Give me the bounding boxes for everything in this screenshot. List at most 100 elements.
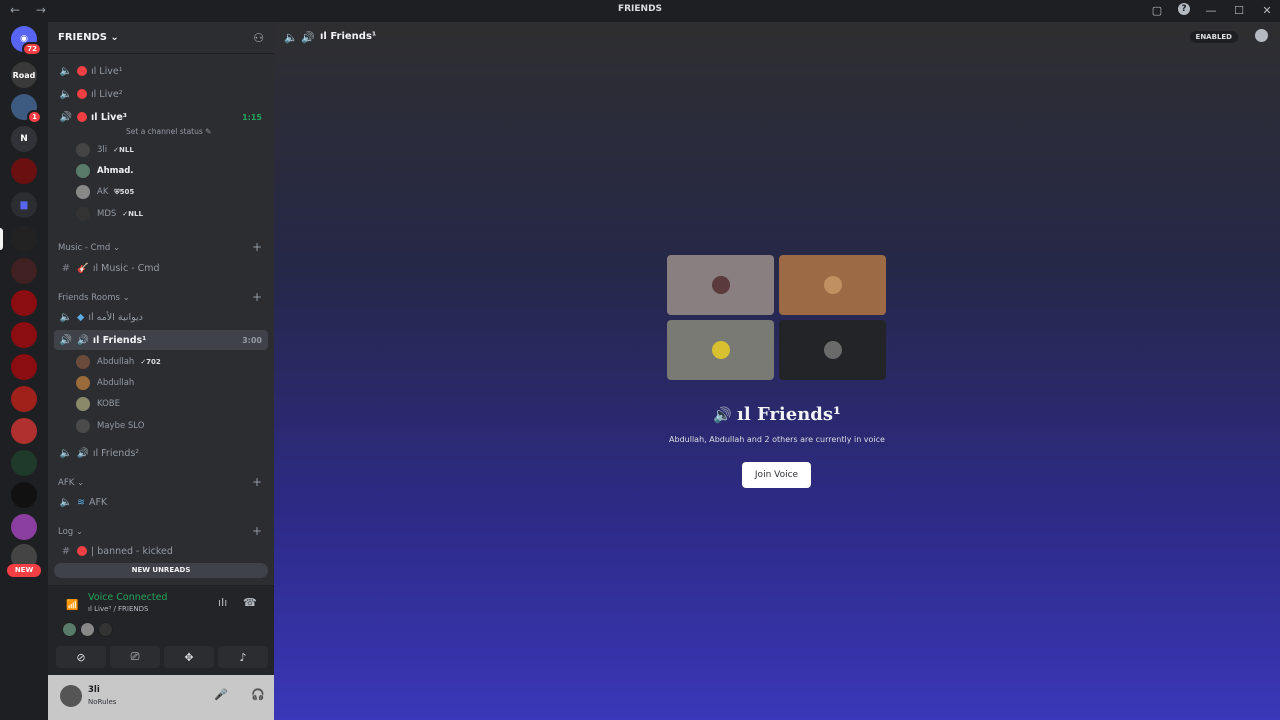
channel-music-cmd[interactable]: # 🎸 ıl Music - Cmd: [54, 258, 268, 278]
channel-banned-kicked[interactable]: # | banned - kicked: [54, 541, 268, 561]
avatar[interactable]: [62, 622, 77, 637]
channel-status[interactable]: Set a channel status ✎: [126, 127, 211, 136]
disconnect-icon[interactable]: ☎: [243, 596, 257, 609]
channel-label: ıl Friends²: [92, 447, 140, 459]
user-name: MDS: [97, 209, 117, 219]
server-icon[interactable]: [11, 226, 37, 252]
red-dot-icon: [77, 89, 87, 99]
sleep-icon: ≋: [77, 496, 85, 508]
server-road[interactable]: Road: [11, 62, 37, 88]
server-icon[interactable]: [11, 158, 37, 184]
server-icon[interactable]: [11, 290, 37, 316]
user-name: AK: [97, 187, 109, 197]
voice-user[interactable]: Maybe SLO: [76, 416, 144, 436]
voice-status-channel[interactable]: ıl Live³ / FRIENDS: [88, 605, 148, 613]
speaker-icon: 🔈 🔊: [284, 31, 315, 44]
category-label: AFK ⌄: [58, 478, 85, 488]
server-icon[interactable]: [11, 322, 37, 348]
join-voice-button[interactable]: Join Voice: [742, 462, 811, 488]
help-icon[interactable]: ?: [1178, 3, 1190, 15]
home-button[interactable]: ◉ 72: [11, 26, 42, 56]
voice-user[interactable]: Abdullah: [76, 373, 134, 393]
text-channel-icon: #: [61, 262, 71, 274]
server-n[interactable]: N: [11, 126, 37, 152]
user-name[interactable]: 3li: [88, 685, 100, 695]
guild-header[interactable]: FRIENDS ⌄ ⚇: [48, 22, 274, 54]
server-icon[interactable]: [11, 514, 37, 540]
add-channel-icon[interactable]: +: [252, 290, 262, 304]
server-icon[interactable]: [11, 386, 37, 412]
folder-icon[interactable]: ▆: [11, 192, 37, 218]
channel-diwaniya[interactable]: 🔈 ◆ ıl ديوانية الأمه: [54, 307, 268, 327]
activities-icon[interactable]: ✥: [164, 646, 214, 668]
avatar: [711, 276, 730, 294]
close-icon[interactable]: ✕: [1260, 3, 1274, 17]
server-icon[interactable]: [11, 258, 37, 284]
participant-tile[interactable]: [779, 320, 886, 380]
voice-user[interactable]: KOBE: [76, 394, 120, 414]
avatar[interactable]: [80, 622, 95, 637]
inbox-icon[interactable]: ▢: [1150, 3, 1164, 17]
avatar[interactable]: [60, 685, 82, 707]
server-icon[interactable]: [11, 450, 37, 476]
voice-action-buttons: ⊘ ⎚ ✥ ♪: [56, 646, 268, 668]
headphones-icon[interactable]: 🎧: [251, 688, 265, 701]
category-music[interactable]: Music - Cmd ⌄ +: [58, 240, 268, 254]
channel-afk[interactable]: 🔈 ≋ AFK: [54, 492, 268, 512]
channel-friends1[interactable]: 🔊 🔊 ıl Friends¹ 3:00: [54, 330, 268, 350]
channel-live2[interactable]: 🔈 ıl Live²: [54, 84, 268, 104]
screen-share-icon[interactable]: ⎚: [110, 646, 160, 668]
channel-label: ıl Live³: [91, 111, 127, 123]
category-afk[interactable]: AFK ⌄ +: [58, 475, 268, 489]
guild-name[interactable]: FRIENDS ⌄: [58, 32, 119, 43]
channel-live3[interactable]: 🔊 ıl Live³ 1:15: [54, 107, 268, 127]
new-pill[interactable]: NEW: [7, 564, 41, 577]
maximize-icon[interactable]: ☐: [1232, 3, 1246, 17]
user-tag: ✓NLL: [122, 210, 143, 218]
user-name: Ahmad.: [97, 166, 134, 176]
voice-user[interactable]: AK ⛨505: [76, 182, 134, 202]
server-list: ◉ 72 Road 1 N ▆ NEW: [0, 22, 48, 720]
avatar[interactable]: [98, 622, 113, 637]
voice-status-title[interactable]: Voice Connected: [88, 592, 167, 603]
channel-live1[interactable]: 🔈 ıl Live¹: [54, 61, 268, 81]
voice-user[interactable]: Abdullah ✓702: [76, 352, 161, 372]
server-icon[interactable]: [11, 354, 37, 380]
noise-suppression-icon[interactable]: ıIı: [218, 596, 227, 609]
server-icon[interactable]: [11, 418, 37, 444]
microphone-icon[interactable]: 🎤: [214, 688, 228, 701]
soundboard-icon[interactable]: ♪: [218, 646, 268, 668]
chat-icon[interactable]: [1255, 29, 1268, 42]
participant-tile[interactable]: [667, 255, 774, 315]
camera-off-icon[interactable]: ⊘: [56, 646, 106, 668]
server-icon[interactable]: [11, 482, 37, 508]
speaker-icon: 🔈: [59, 65, 73, 77]
add-channel-icon[interactable]: +: [252, 240, 262, 254]
voice-user[interactable]: Ahmad.: [76, 161, 134, 181]
voice-user[interactable]: 3li ✓NLL: [76, 140, 134, 160]
speaker-active-icon: 🔊: [59, 111, 73, 123]
avatar: [76, 376, 90, 390]
channel-friends2[interactable]: 🔈 🔊 ıl Friends²: [54, 443, 268, 463]
avatar: [76, 143, 90, 157]
voice-participants-text: Abdullah, Abdullah and 2 others are curr…: [669, 435, 885, 444]
new-unreads-bar[interactable]: NEW UNREADS: [54, 563, 268, 578]
minimize-icon[interactable]: —: [1204, 3, 1218, 17]
invite-people-icon[interactable]: ⚇: [253, 31, 264, 45]
avatar: [711, 341, 730, 359]
category-friends-rooms[interactable]: Friends Rooms ⌄ +: [58, 290, 268, 304]
voice-channel-view: 🔈 🔊 ıl Friends¹ ENABLED 🔊 ıl Friends¹ Ab…: [274, 22, 1280, 720]
red-dot-icon: [77, 112, 87, 122]
avatar: [76, 419, 90, 433]
server-icon[interactable]: 1: [11, 94, 42, 124]
participant-tile[interactable]: [779, 255, 886, 315]
enabled-badge[interactable]: ENABLED: [1189, 31, 1238, 43]
add-channel-icon[interactable]: +: [252, 524, 262, 538]
voice-user[interactable]: MDS ✓NLL: [76, 204, 143, 224]
user-name: 3li: [97, 145, 108, 155]
category-log[interactable]: Log ⌄ +: [58, 524, 268, 538]
avatar: [76, 164, 90, 178]
signal-icon[interactable]: 📶: [66, 600, 78, 611]
participant-tile[interactable]: [667, 320, 774, 380]
add-channel-icon[interactable]: +: [252, 475, 262, 489]
